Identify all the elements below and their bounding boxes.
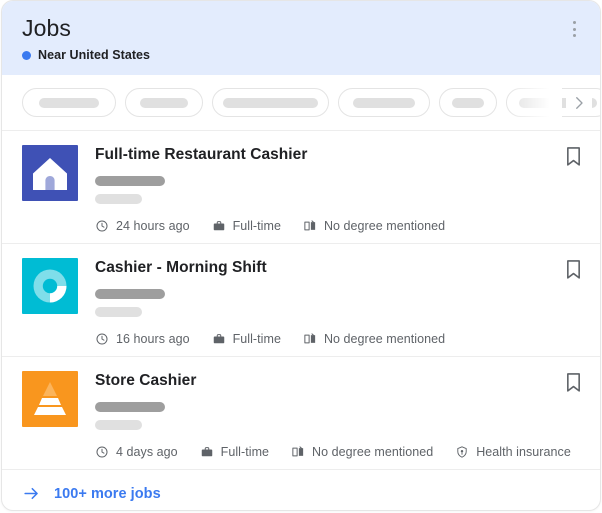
bookmark-button[interactable]	[562, 144, 584, 168]
donut-logo-icon	[33, 269, 67, 303]
location-skeleton	[95, 307, 142, 317]
chip-skeleton-bar	[140, 97, 188, 108]
dot-icon	[572, 33, 576, 37]
job-meta-item: 16 hours ago	[95, 332, 190, 346]
briefcase-icon	[201, 447, 212, 457]
bookmark-icon	[566, 146, 580, 166]
job-meta-item: Full-time	[212, 332, 281, 346]
filter-chip-placeholder[interactable]	[125, 88, 203, 117]
job-meta-item: Health insurance	[455, 445, 571, 459]
job-meta-label: Full-time	[232, 332, 281, 346]
job-meta-item: 24 hours ago	[95, 219, 190, 233]
more-jobs-link[interactable]: 100+ more jobs	[22, 484, 161, 503]
job-title: Store Cashier	[95, 372, 197, 389]
job-meta-label: 4 days ago	[116, 445, 178, 459]
location-label: Near United States	[38, 48, 151, 62]
clock-icon	[96, 333, 108, 345]
job-meta-label: Full-time	[232, 219, 281, 233]
book-icon	[292, 446, 304, 457]
bookmark-icon	[566, 259, 580, 279]
job-title: Full-time Restaurant Cashier	[95, 146, 308, 163]
overflow-menu-button[interactable]	[562, 17, 586, 41]
job-details: Store Cashier 4 days ago Full-time No degre…	[95, 370, 600, 469]
dot-icon	[572, 21, 576, 25]
chip-skeleton-bar	[353, 97, 415, 108]
book-icon	[304, 333, 316, 344]
job-meta-item: 4 days ago	[95, 445, 178, 459]
briefcase-icon	[213, 221, 224, 231]
filter-chips-row	[2, 75, 600, 131]
chip-skeleton-bar	[452, 97, 484, 108]
job-list-item[interactable]: Cashier - Morning Shift 16 hours ago Full-…	[2, 244, 600, 357]
filter-chip-placeholder[interactable]	[439, 88, 497, 117]
company-name-skeleton	[95, 176, 165, 186]
more-jobs-label: 100+ more jobs	[54, 485, 161, 502]
job-meta-label: Full-time	[220, 445, 270, 459]
arrow-right-icon	[24, 487, 38, 500]
filter-chip-placeholder[interactable]	[338, 88, 430, 117]
job-details: Cashier - Morning Shift 16 hours ago Full-…	[95, 257, 600, 356]
job-meta-label: No degree mentioned	[323, 219, 446, 233]
job-meta-label: 24 hours ago	[116, 219, 190, 233]
book-icon	[304, 220, 316, 231]
job-meta-item: No degree mentioned	[303, 332, 445, 346]
job-meta-label: No degree mentioned	[312, 445, 434, 459]
job-list-item[interactable]: Full-time Restaurant Cashier 24 hours ago…	[2, 131, 600, 244]
company-logo	[22, 258, 78, 314]
job-title: Cashier - Morning Shift	[95, 259, 267, 276]
job-meta-row: 24 hours ago Full-time No degree mentioned	[95, 219, 600, 233]
bookmark-button[interactable]	[562, 370, 584, 394]
page-title: Jobs	[22, 15, 71, 41]
bookmark-button[interactable]	[562, 257, 584, 281]
location-dot-icon	[22, 50, 31, 60]
card-footer: 100+ more jobs	[2, 470, 600, 510]
pyramid-logo-icon	[34, 382, 66, 415]
jobs-list: Full-time Restaurant Cashier 24 hours ago…	[2, 131, 600, 470]
company-logo	[22, 145, 78, 201]
chip-skeleton-bar	[39, 97, 99, 108]
location-skeleton	[95, 420, 142, 430]
clock-icon	[96, 220, 108, 232]
chevron-right-icon	[576, 96, 583, 109]
job-meta-row: 4 days ago Full-time No degree mentioned He…	[95, 445, 600, 459]
job-list-item[interactable]: Store Cashier 4 days ago Full-time No degre…	[2, 357, 600, 470]
clock-icon	[96, 446, 108, 458]
company-name-skeleton	[95, 289, 165, 299]
bookmark-icon	[566, 372, 580, 392]
job-meta-label: No degree mentioned	[323, 332, 446, 346]
location-skeleton	[95, 194, 142, 204]
job-meta-label: 16 hours ago	[116, 332, 190, 346]
chip-skeleton-bar	[223, 97, 318, 108]
job-meta-item: No degree mentioned	[291, 445, 433, 459]
job-meta-row: 16 hours ago Full-time No degree mentioned	[95, 332, 600, 346]
company-name-skeleton	[95, 402, 165, 412]
job-meta-item: Full-time	[200, 445, 269, 459]
house-logo-icon	[33, 158, 67, 190]
job-meta-item: Full-time	[212, 219, 281, 233]
dot-icon	[572, 27, 576, 31]
job-meta-label: Health insurance	[476, 445, 571, 459]
filter-chip-placeholder[interactable]	[212, 88, 329, 117]
card-header: Jobs Near United States	[2, 1, 600, 75]
job-meta-item: No degree mentioned	[303, 219, 445, 233]
chips-next-button[interactable]	[566, 89, 592, 116]
shield-icon	[457, 446, 467, 458]
jobs-card: Jobs Near United States Full-time Restau…	[1, 0, 601, 511]
location-row: Near United States	[22, 48, 584, 62]
job-details: Full-time Restaurant Cashier 24 hours ago…	[95, 144, 600, 243]
filter-chip-placeholder[interactable]	[22, 88, 116, 117]
briefcase-icon	[213, 334, 224, 344]
company-logo	[22, 371, 78, 427]
